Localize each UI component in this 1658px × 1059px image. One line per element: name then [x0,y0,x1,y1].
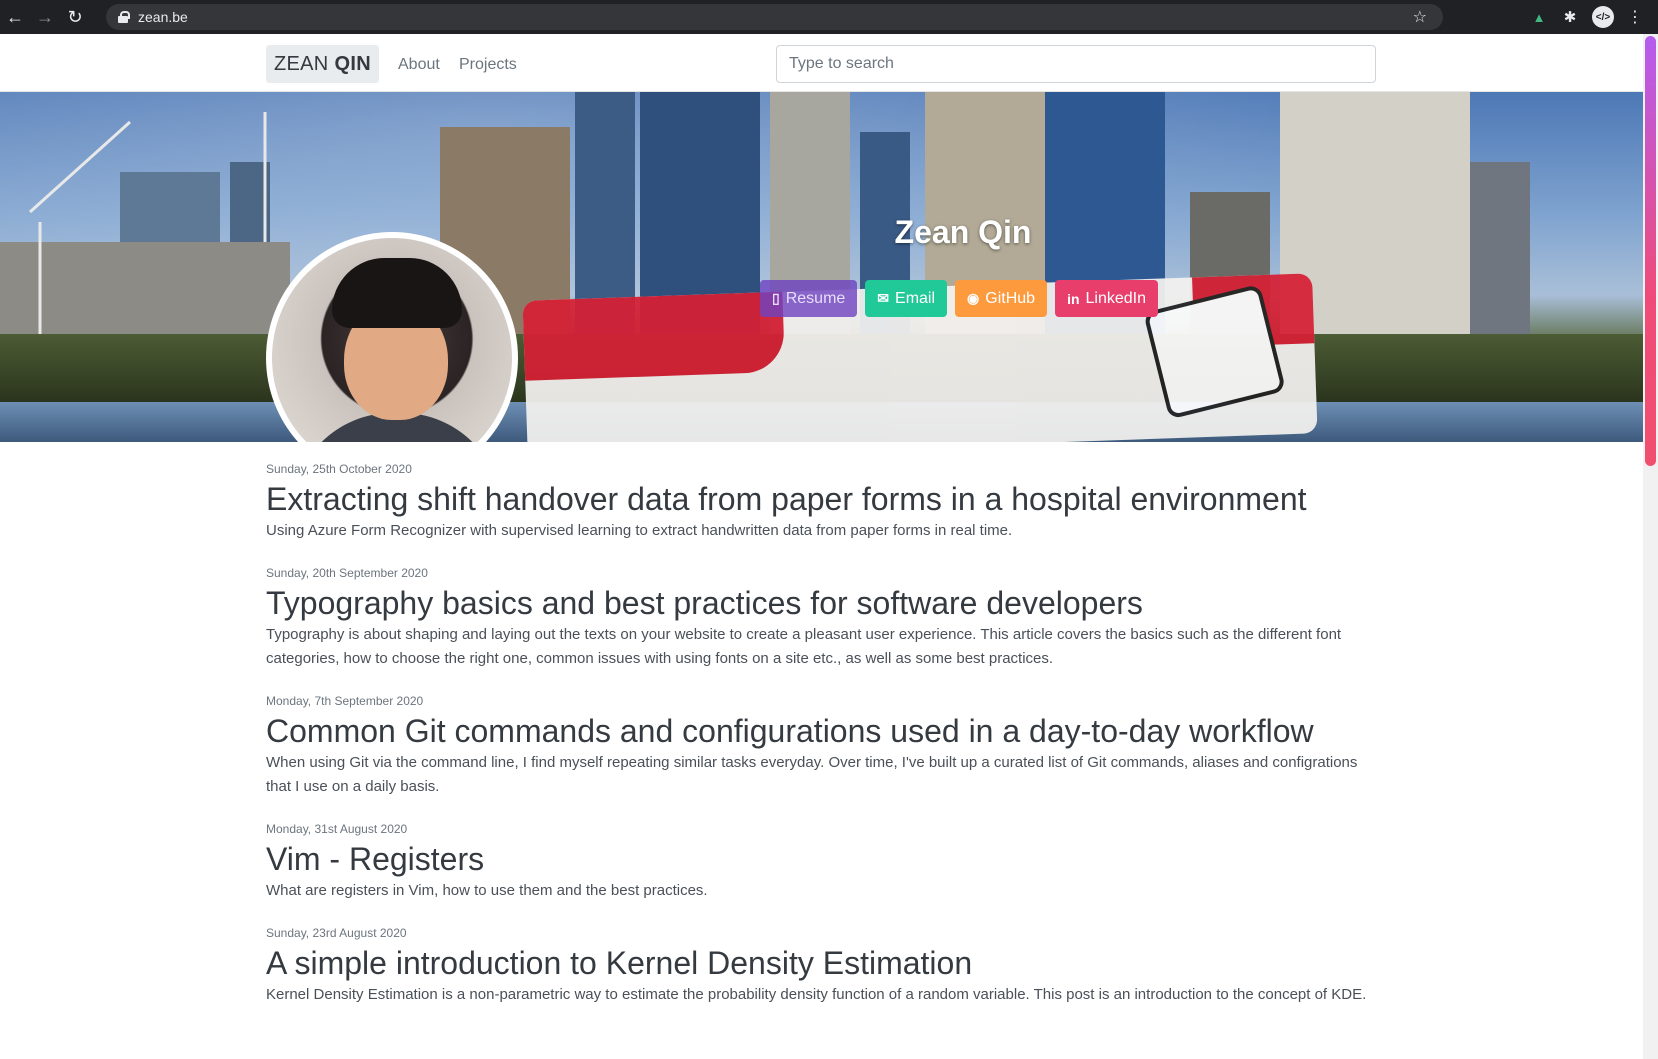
post-excerpt: When using Git via the command line, I f… [266,754,1358,795]
list-item: Monday, 31st August 2020 Vim - Registers… [266,821,1376,903]
search-input[interactable] [776,45,1376,83]
post-excerpt: Typography is about shaping and laying o… [266,626,1342,667]
post-date: Sunday, 23rd August 2020 [266,926,407,940]
browser-menu-icon[interactable]: ⋮ [1620,0,1650,34]
linkedin-button[interactable]: in LinkedIn [1055,280,1159,317]
brand-first: ZEAN [274,52,329,75]
extensions-puzzle-icon[interactable]: ✱ [1555,0,1585,34]
list-item: Sunday, 23rd August 2020 A simple introd… [266,925,1376,1007]
post-title-link[interactable]: Typography basics and best practices for… [266,583,1376,623]
list-item: Sunday, 20th September 2020 Typography b… [266,565,1376,671]
hero-name: Zean Qin [894,214,1032,250]
scrollbar-thumb[interactable] [1645,36,1656,466]
devtools-glyph: </> [1592,6,1614,28]
address-url: zean.be [138,9,188,25]
social-buttons: ▯ Resume ✉ Email ◉ GitHub in LinkedIn [760,280,1159,317]
post-title-link[interactable]: Extracting shift handover data from pape… [266,479,1376,519]
resume-label: Resume [785,289,846,307]
post-list: Sunday, 25th October 2020 Extracting shi… [266,461,1376,1029]
bib-red-stripe [522,291,786,381]
page-scrollbar[interactable] [1643,34,1658,1059]
post-excerpt: Kernel Density Estimation is a non-param… [266,986,1367,1003]
list-item: Monday, 7th September 2020 Common Git co… [266,693,1376,799]
resume-button[interactable]: ▯ Resume [760,280,858,317]
nav-link-about[interactable]: About [398,56,440,74]
post-date: Monday, 7th September 2020 [266,694,424,708]
devtools-extension-icon[interactable]: </> [1588,0,1618,34]
linkedin-icon: in [1067,290,1080,307]
bookmark-star-icon[interactable]: ☆ [1413,7,1427,27]
post-title-link[interactable]: Vim - Registers [266,839,1376,879]
email-label: Email [895,289,936,307]
forward-arrow-icon[interactable]: → [30,0,60,34]
reload-icon[interactable]: ↻ [60,0,90,34]
address-bar[interactable]: zean.be ☆ [106,4,1443,30]
hero-banner: Zean Qin ▯ Resume ✉ Email ◉ GitHub in Li… [0,92,1643,442]
browser-toolbar: ← → ↻ zean.be ☆ ▲ ✱ </> ⋮ [0,0,1658,34]
post-title-link[interactable]: A simple introduction to Kernel Density … [266,943,1376,983]
list-item: Sunday, 25th October 2020 Extracting shi… [266,461,1376,543]
nav-link-projects[interactable]: Projects [459,56,517,74]
back-arrow-icon[interactable]: ← [0,0,30,34]
github-button[interactable]: ◉ GitHub [955,280,1048,317]
linkedin-label: LinkedIn [1085,289,1147,307]
post-excerpt: What are registers in Vim, how to use th… [266,882,708,899]
envelope-icon: ✉ [877,290,890,306]
github-icon: ◉ [967,290,980,306]
lock-icon [118,11,130,23]
post-date: Sunday, 25th October 2020 [266,462,412,476]
ymca-tag-graphic [1143,283,1287,420]
email-button[interactable]: ✉ Email [865,280,948,317]
post-title-link[interactable]: Common Git commands and configurations u… [266,711,1376,751]
post-excerpt: Using Azure Form Recognizer with supervi… [266,522,1013,539]
site-brand-link[interactable]: ZEAN QIN [266,45,380,83]
post-date: Monday, 31st August 2020 [266,822,408,836]
site-navbar: ZEAN QIN About Projects [0,34,1643,92]
post-date: Sunday, 20th September 2020 [266,566,428,580]
brand-last: QIN [334,52,372,75]
avatar-hair [332,258,462,328]
file-icon: ▯ [772,290,780,306]
vue-devtools-icon[interactable]: ▲ [1524,0,1554,34]
github-label: GitHub [985,289,1036,307]
